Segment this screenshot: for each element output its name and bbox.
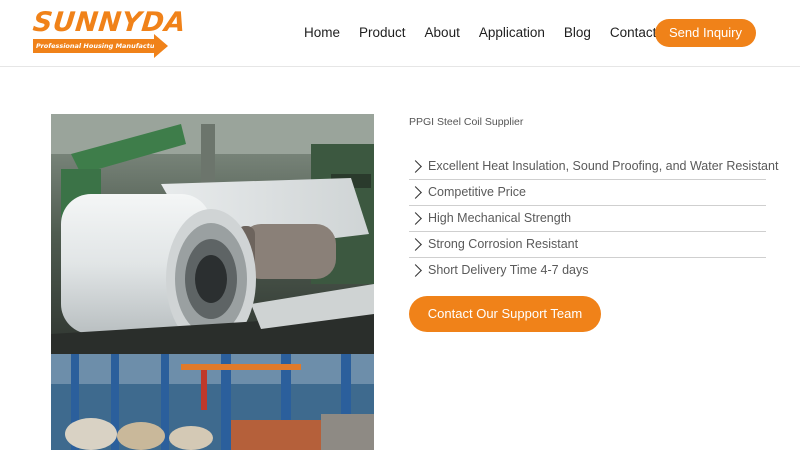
feature-text: Excellent Heat Insulation, Sound Proofin… xyxy=(428,159,779,173)
nav-application[interactable]: Application xyxy=(479,24,545,42)
chevron-right-icon xyxy=(409,238,422,251)
list-item: Short Delivery Time 4-7 days xyxy=(409,258,766,283)
logo-arrow-icon xyxy=(154,34,168,58)
steel-coil-illustration xyxy=(51,114,374,354)
feature-text: Strong Corrosion Resistant xyxy=(428,237,579,251)
product-subtitle: PPGI Steel Coil Supplier xyxy=(409,116,524,128)
nav-about[interactable]: About xyxy=(425,24,460,42)
chevron-right-icon xyxy=(409,186,422,199)
logo[interactable]: SUNNYDA Professional Housing Manufacture… xyxy=(31,7,188,58)
list-item: Excellent Heat Insulation, Sound Proofin… xyxy=(409,154,778,180)
list-item: Competitive Price xyxy=(409,180,766,206)
nav-home[interactable]: Home xyxy=(304,24,340,42)
nav-blog[interactable]: Blog xyxy=(564,24,591,42)
feature-list: Excellent Heat Insulation, Sound Proofin… xyxy=(409,154,778,283)
site-header: SUNNYDA Professional Housing Manufacture… xyxy=(0,0,800,67)
list-item: High Mechanical Strength xyxy=(409,206,766,232)
feature-text: High Mechanical Strength xyxy=(428,211,572,225)
list-item: Strong Corrosion Resistant xyxy=(409,232,766,258)
chevron-right-icon xyxy=(409,212,422,225)
chevron-right-icon xyxy=(409,160,422,173)
steel-coil-image xyxy=(51,114,374,354)
chevron-right-icon xyxy=(409,264,422,277)
factory-image xyxy=(51,354,374,450)
feature-text: Competitive Price xyxy=(428,185,526,199)
contact-support-button[interactable]: Contact Our Support Team xyxy=(409,296,601,332)
send-inquiry-button[interactable]: Send Inquiry xyxy=(655,19,756,47)
factory-illustration xyxy=(51,354,374,450)
feature-text: Short Delivery Time 4-7 days xyxy=(428,263,589,277)
nav-contact[interactable]: Contact xyxy=(610,24,657,42)
logo-tagline: Professional Housing Manufacturer xyxy=(33,39,165,53)
main-nav: Home Product About Application Blog Cont… xyxy=(304,24,675,42)
nav-product[interactable]: Product xyxy=(359,24,406,42)
